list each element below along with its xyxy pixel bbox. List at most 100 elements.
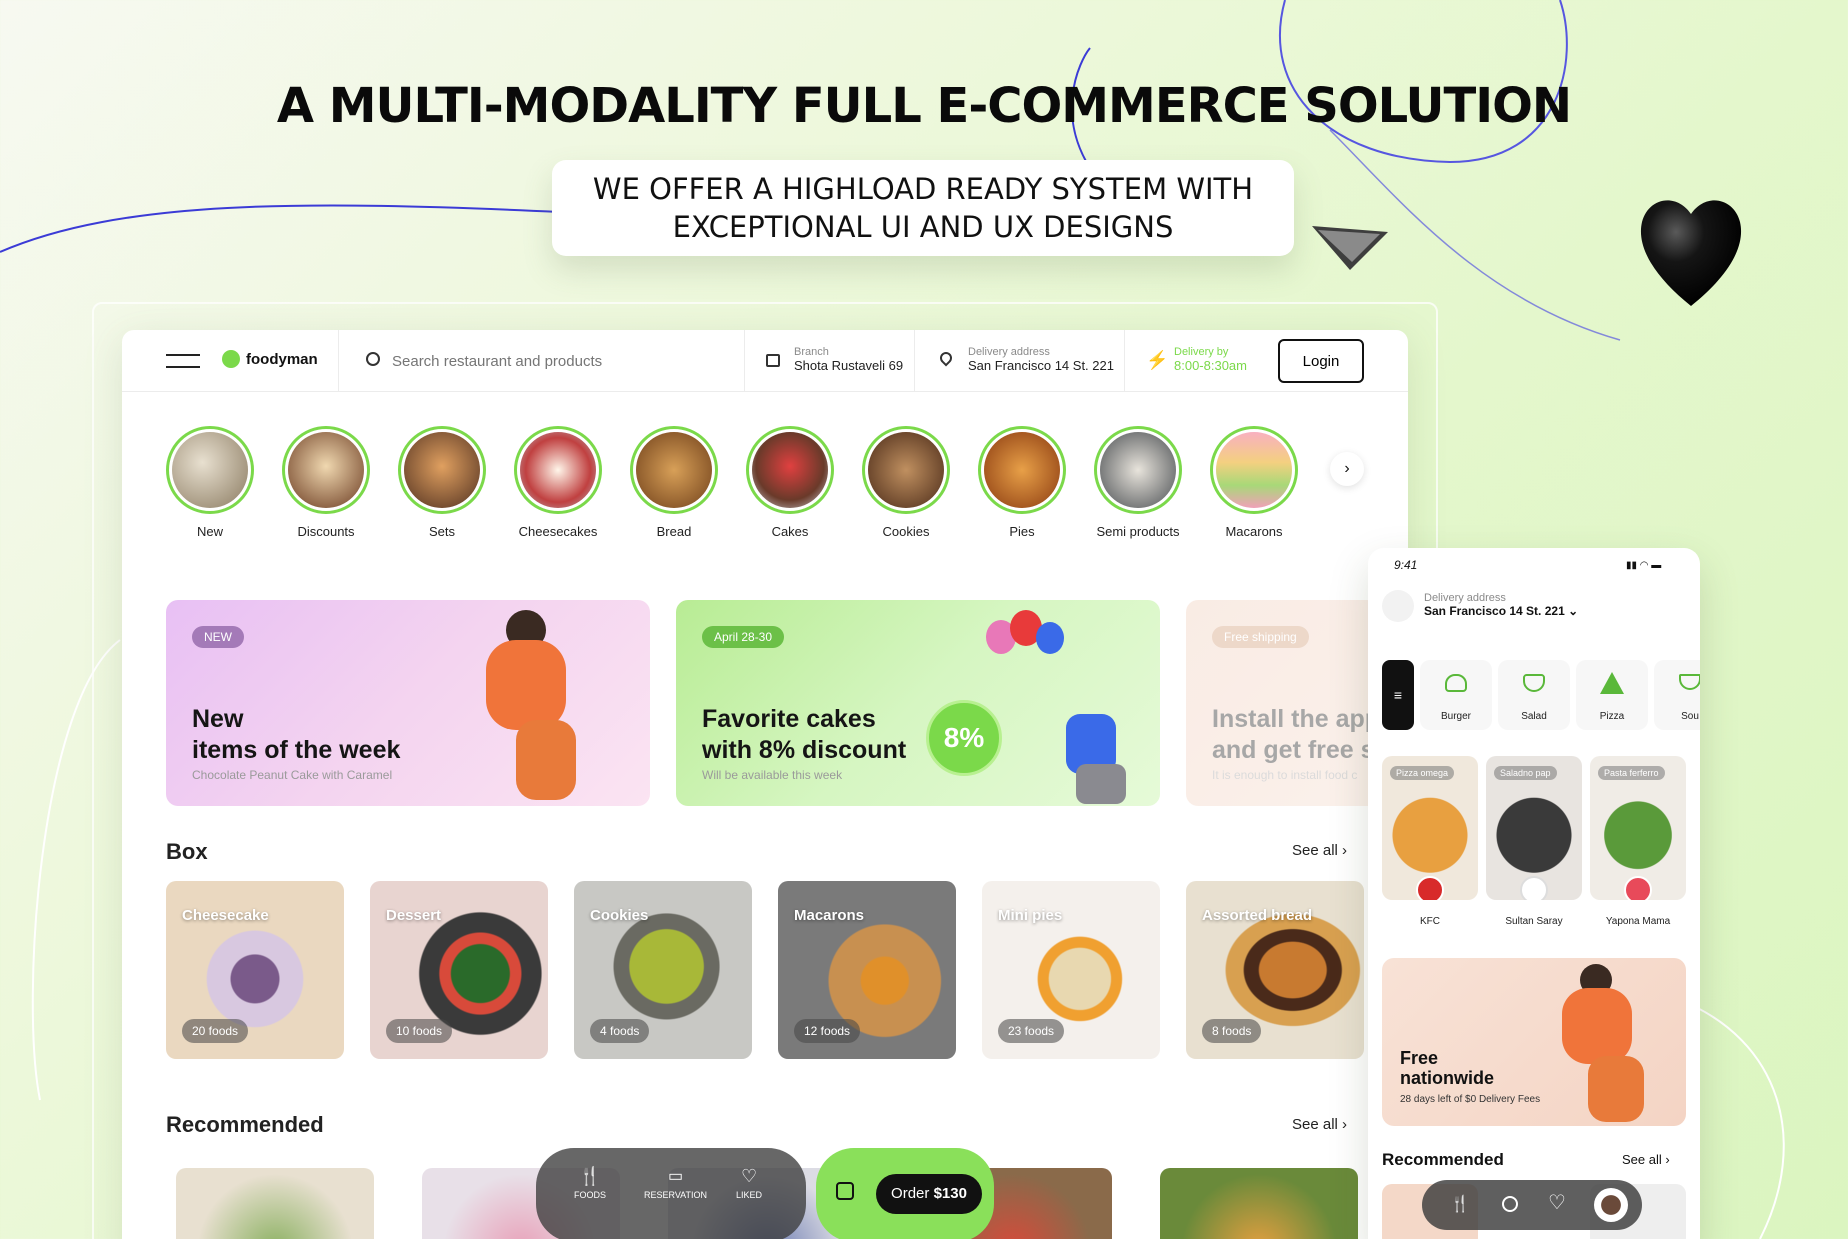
- nav-liked[interactable]: ♡ LIKED: [736, 1166, 762, 1200]
- phone-category-salad[interactable]: Salad: [1498, 660, 1570, 730]
- branch-selector[interactable]: Branch Shota Rustaveli 69: [794, 346, 903, 373]
- mobile-app: 9:41 ▮▮ ◠ ▬ Delivery address San Francis…: [1368, 548, 1700, 1239]
- search-icon[interactable]: [1502, 1196, 1518, 1212]
- avatar[interactable]: [1594, 1188, 1628, 1222]
- phone-category-pizza[interactable]: Pizza: [1576, 660, 1648, 730]
- categories-next-button[interactable]: ›: [1330, 452, 1364, 486]
- category-cookies[interactable]: Cookies: [856, 426, 956, 539]
- hero-subtitle-line1: WE OFFER A HIGHLOAD READY SYSTEM WITH: [592, 172, 1254, 206]
- delivery-address-selector[interactable]: Delivery address San Francisco 14 St. 22…: [968, 346, 1114, 373]
- category-cheesecakes[interactable]: Cheesecakes: [508, 426, 608, 539]
- restaurant-name: KFC: [1420, 916, 1440, 927]
- order-button[interactable]: Order $130: [876, 1174, 982, 1214]
- banner-favorite-cakes[interactable]: April 28-30 8% Favorite cakes with 8% dis…: [676, 600, 1160, 806]
- box-card-cookies[interactable]: Cookies 4 foods: [574, 881, 752, 1059]
- restaurant-card[interactable]: Saladno pap: [1486, 756, 1582, 900]
- box-card-assorted-bread[interactable]: Assorted bread 8 foods: [1186, 881, 1364, 1059]
- menu-icon[interactable]: [166, 354, 200, 368]
- banner-subtitle: Chocolate Peanut Cake with Caramel: [192, 768, 393, 782]
- recommended-card[interactable]: [1160, 1168, 1358, 1239]
- box-card-mini-pies[interactable]: Mini pies 23 foods: [982, 881, 1160, 1059]
- restaurant-logo: [1416, 876, 1444, 900]
- box-card-dessert[interactable]: Dessert 10 foods: [370, 881, 548, 1059]
- recommended-card[interactable]: [176, 1168, 374, 1239]
- delivery-by-label: Delivery by: [1174, 346, 1229, 358]
- banner-subtitle: Will be available this week: [702, 768, 843, 782]
- app-header: foodyman Branch Shota Rustaveli 69 Deliv…: [122, 330, 1408, 392]
- nav-reservation-label: RESERVATION: [644, 1190, 708, 1200]
- restaurant-card[interactable]: Pasta ferferro: [1590, 756, 1686, 900]
- banner-new-items[interactable]: NEW New items of the week Chocolate Peanu…: [166, 600, 650, 806]
- category-macarons[interactable]: Macarons: [1204, 426, 1304, 539]
- recommended-see-all-link[interactable]: See all ›: [1292, 1116, 1347, 1133]
- lightning-icon: ⚡: [1146, 350, 1169, 370]
- see-all-label: See all: [1292, 842, 1338, 859]
- monitor-icon: ▭: [667, 1168, 684, 1185]
- banner-subtitle: It is enough to install food c: [1212, 768, 1358, 782]
- box-count: 20 foods: [182, 1019, 249, 1043]
- search-input[interactable]: [392, 348, 692, 374]
- box-count: 4 foods: [590, 1019, 650, 1043]
- category-new[interactable]: New: [160, 426, 260, 539]
- phone-delivery-text: San Francisco 14 St. 221: [1424, 604, 1565, 618]
- basket-icon[interactable]: [836, 1182, 854, 1200]
- restaurant-logo: [1624, 876, 1652, 900]
- pizza-icon: [1600, 672, 1624, 694]
- balloons-illustration: [976, 604, 1146, 804]
- phone-category-burger[interactable]: Burger: [1420, 660, 1492, 730]
- category-cakes[interactable]: Cakes: [740, 426, 840, 539]
- category-discounts[interactable]: Discounts: [276, 426, 376, 539]
- fork-knife-icon[interactable]: 🍴: [1450, 1194, 1470, 1214]
- category-sets[interactable]: Sets: [392, 426, 492, 539]
- login-button[interactable]: Login: [1278, 339, 1364, 383]
- order-amount: $130: [933, 1185, 967, 1202]
- nav-foods[interactable]: 🍴 FOODS: [574, 1166, 606, 1200]
- banner-pill: NEW: [192, 626, 244, 648]
- order-label: Order: [891, 1185, 930, 1202]
- nav-reservation[interactable]: ▭ RESERVATION: [644, 1166, 707, 1200]
- bottom-nav: 🍴 FOODS ▭ RESERVATION ♡ LIKED: [536, 1148, 806, 1239]
- hero-subtitle: WE OFFER A HIGHLOAD READY SYSTEM WITH EX…: [552, 160, 1294, 256]
- restaurant-name: Sultan Saray: [1505, 916, 1563, 927]
- banner-title-line2: with 8% discount: [702, 736, 907, 764]
- box-see-all-link[interactable]: See all ›: [1292, 842, 1347, 859]
- category-pies[interactable]: Pies: [972, 426, 1072, 539]
- nav-foods-label: FOODS: [574, 1190, 607, 1200]
- phone-see-all-link[interactable]: See all ›: [1622, 1152, 1670, 1167]
- box-title: Macarons: [794, 907, 865, 924]
- promo-title-line1: Free: [1400, 1048, 1439, 1068]
- phone-category-soup[interactable]: Sou: [1654, 660, 1700, 730]
- phone-delivery-address[interactable]: Delivery address San Francisco 14 St. 22…: [1424, 592, 1578, 618]
- delivery-time[interactable]: Delivery by 8:00-8:30am: [1174, 346, 1247, 373]
- web-app: foodyman Branch Shota Rustaveli 69 Deliv…: [122, 330, 1408, 1239]
- filter-button[interactable]: ≡: [1382, 660, 1414, 730]
- box-card-cheesecake[interactable]: Cheesecake 20 foods: [166, 881, 344, 1059]
- banner-title-line1: Install the app: [1212, 705, 1381, 733]
- nav-liked-label: LIKED: [736, 1190, 763, 1200]
- sliders-icon: ≡: [1393, 687, 1403, 703]
- restaurant-card[interactable]: Pizza omega: [1382, 756, 1478, 900]
- box-card-macarons[interactable]: Macarons 12 foods: [778, 881, 956, 1059]
- status-time: 9:41: [1394, 558, 1418, 572]
- heart-outline-icon[interactable]: ♡: [1548, 1190, 1566, 1215]
- see-all-label: See all: [1292, 1116, 1338, 1133]
- discount-badge: 8%: [926, 700, 1002, 776]
- box-count: 12 foods: [794, 1019, 861, 1043]
- box-count: 8 foods: [1202, 1019, 1262, 1043]
- chevron-right-icon: ›: [1344, 460, 1350, 477]
- category-bread[interactable]: Bread: [624, 426, 724, 539]
- location-icon: [1382, 590, 1414, 622]
- chevron-right-icon: ›: [1342, 842, 1348, 859]
- soup-icon: [1679, 674, 1700, 690]
- status-icons: ▮▮ ◠ ▬: [1626, 560, 1662, 571]
- see-all-label: See all: [1622, 1152, 1662, 1167]
- search-icon: [366, 352, 380, 366]
- salad-icon: [1523, 674, 1545, 692]
- box-title: Dessert: [386, 907, 442, 924]
- logo[interactable]: foodyman: [222, 350, 318, 368]
- phone-promo-banner[interactable]: Free nationwide 28 days left of $0 Deliv…: [1382, 958, 1686, 1126]
- category-semi-products[interactable]: Semi products: [1088, 426, 1188, 539]
- category-label: Cookies: [882, 524, 930, 539]
- restaurant-logo: [1520, 876, 1548, 900]
- box-title: Mini pies: [998, 907, 1063, 924]
